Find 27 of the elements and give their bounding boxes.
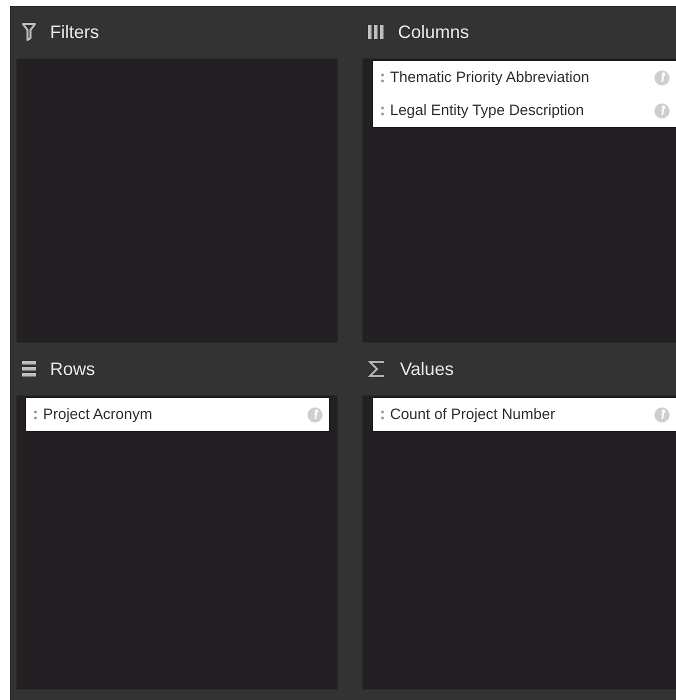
drag-handle-icon	[381, 410, 384, 420]
columns-icon	[368, 25, 384, 39]
field-chip[interactable]: Project Acronym	[26, 398, 329, 431]
info-icon[interactable]	[654, 406, 670, 422]
sigma-icon	[368, 360, 386, 378]
drop-zone[interactable]: Count of Project Number	[362, 395, 676, 690]
area-title: Filters	[50, 22, 99, 42]
field-name: Thematic Priority Abbreviation	[390, 69, 590, 86]
field-name: Legal Entity Type Description	[390, 102, 585, 119]
field-name: Project Acronym	[43, 406, 154, 423]
drag-handle-icon	[34, 410, 37, 420]
field-chip[interactable]: Count of Project Number	[373, 398, 676, 431]
info-icon[interactable]	[654, 70, 670, 86]
rows-icon	[22, 361, 36, 377]
field-name: Count of Project Number	[390, 406, 556, 423]
drop-zone[interactable]: Thematic Priority Abbreviation Legal Entity Type Description	[362, 58, 676, 343]
drag-handle-icon	[381, 72, 384, 82]
drag-handle-icon	[381, 106, 384, 116]
area-title: Rows	[50, 358, 96, 380]
info-icon[interactable]	[307, 406, 323, 422]
drop-zone[interactable]: Project Acronym	[16, 395, 338, 690]
field-chip[interactable]: Thematic Priority Abbreviation	[373, 61, 676, 94]
info-icon[interactable]	[654, 102, 670, 118]
area-title: Values	[400, 358, 454, 380]
field-chip[interactable]: Legal Entity Type Description	[373, 94, 676, 127]
area-title: Columns	[398, 22, 470, 42]
filter-icon	[22, 23, 36, 41]
